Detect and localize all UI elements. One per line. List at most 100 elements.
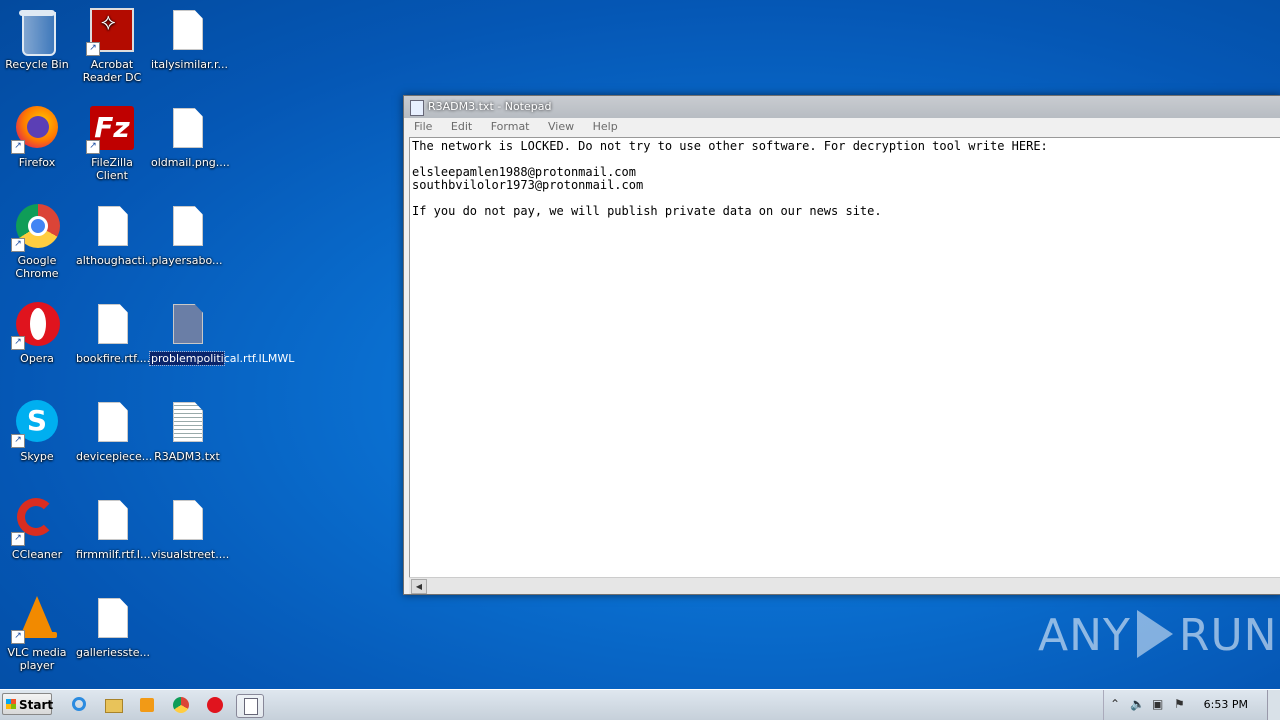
icon-label: Skype: [20, 450, 54, 463]
document-icon: [163, 106, 211, 154]
desktop-icon-recycle-bin[interactable]: Recycle Bin: [0, 8, 74, 71]
window-title: R3ADM3.txt - Notepad: [428, 100, 552, 113]
anyrun-watermark: ANY RUN: [1038, 610, 1278, 661]
volume-icon[interactable]: 🔈: [1130, 697, 1145, 711]
desktop-icon-filezilla[interactable]: Fz ↗ FileZilla Client: [75, 106, 149, 182]
menu-help[interactable]: Help: [593, 120, 618, 133]
notepad-taskbar-icon[interactable]: [236, 694, 264, 718]
acrobat-icon: ⟡ ↗: [86, 8, 136, 56]
shortcut-arrow-icon: ↗: [11, 140, 25, 154]
icon-label: FileZilla Client: [91, 156, 133, 182]
icon-label: firmmilf.rtf.I...: [76, 548, 151, 561]
icon-label: Acrobat Reader DC: [82, 58, 142, 84]
icon-label: problempolitical.rtf.ILMWL: [149, 351, 295, 366]
start-button[interactable]: Start: [2, 693, 54, 715]
menu-format[interactable]: Format: [491, 120, 530, 133]
ccleaner-icon: ↗: [11, 498, 61, 546]
opera-taskbar-icon[interactable]: [204, 694, 226, 716]
shortcut-arrow-icon: ↗: [11, 336, 25, 350]
text-editor-area[interactable]: The network is LOCKED. Do not try to use…: [409, 137, 1280, 577]
desktop-icon-ccleaner[interactable]: ↗ CCleaner: [0, 498, 74, 561]
text-document-icon: [163, 400, 211, 448]
icon-label: italysimilar.r...: [151, 58, 229, 71]
windows-logo-icon: [6, 699, 16, 709]
desktop-icon-file[interactable]: galleriesste...: [75, 596, 150, 659]
menu-file[interactable]: File: [414, 120, 432, 133]
shortcut-arrow-icon: ↗: [11, 532, 25, 546]
menu-bar: File Edit Format View Help: [404, 118, 1280, 136]
recycle-bin-icon: [13, 8, 61, 56]
action-center-flag-icon[interactable]: ⚑: [1174, 697, 1185, 711]
desktop-icon-acrobat[interactable]: ⟡ ↗ Acrobat Reader DC: [75, 8, 149, 84]
icon-label: oldmail.png....: [151, 156, 230, 169]
icon-label: Opera: [20, 352, 54, 365]
internet-explorer-icon[interactable]: [68, 694, 90, 716]
shortcut-arrow-icon: ↗: [11, 630, 25, 644]
icon-label: VLC media player: [7, 646, 67, 672]
system-tray: ⌃ 🔈 ▣ ⚑ 6:53 PM: [1103, 690, 1280, 720]
filezilla-icon: Fz ↗: [86, 106, 136, 154]
document-icon: [163, 204, 211, 252]
desktop-icon-chrome[interactable]: ↗ Google Chrome: [0, 204, 74, 280]
horizontal-scrollbar[interactable]: ◀: [409, 577, 1280, 594]
document-icon: [163, 302, 211, 350]
firefox-icon: ↗: [11, 106, 61, 154]
notepad-icon: [410, 100, 424, 116]
desktop-icon-file-selected[interactable]: problempolitical.rtf.ILMWL: [149, 302, 295, 366]
desktop-icon-file[interactable]: visualstreet....: [150, 498, 230, 561]
desktop-icon-file[interactable]: oldmail.png....: [150, 106, 230, 169]
desktop-icon-file[interactable]: devicepiece...: [75, 400, 153, 463]
icon-label: bookfire.rtf....: [76, 352, 151, 365]
desktop-icon-file[interactable]: bookfire.rtf....: [75, 302, 151, 365]
desktop-icon-vlc[interactable]: ↗ VLC media player: [0, 596, 74, 672]
document-icon: [88, 400, 136, 448]
clock[interactable]: 6:53 PM: [1204, 698, 1248, 711]
media-player-icon[interactable]: [136, 694, 158, 716]
chrome-icon: ↗: [11, 204, 61, 252]
desktop-icon-file[interactable]: althoughacti...: [75, 204, 156, 267]
play-icon: [1136, 610, 1173, 658]
desktop-icon-file[interactable]: firmmilf.rtf.I...: [75, 498, 151, 561]
show-desktop-button[interactable]: [1267, 690, 1280, 720]
notepad-title-bar[interactable]: R3ADM3.txt - Notepad: [404, 96, 1280, 118]
chrome-taskbar-icon[interactable]: [170, 694, 192, 716]
desktop-icon-skype[interactable]: S ↗ Skype: [0, 400, 74, 463]
icon-label: Google Chrome: [15, 254, 59, 280]
desktop-icon-opera[interactable]: ↗ Opera: [0, 302, 74, 365]
menu-edit[interactable]: Edit: [451, 120, 472, 133]
icon-label: devicepiece...: [76, 450, 153, 463]
file-explorer-icon[interactable]: [102, 694, 124, 716]
desktop-icon-firefox[interactable]: ↗ Firefox: [0, 106, 74, 169]
menu-view[interactable]: View: [548, 120, 574, 133]
icon-label: althoughacti...: [76, 254, 156, 267]
icon-label: R3ADM3.txt: [154, 450, 220, 463]
network-icon[interactable]: ▣: [1152, 697, 1163, 711]
notepad-window[interactable]: R3ADM3.txt - Notepad File Edit Format Vi…: [403, 95, 1280, 595]
shortcut-arrow-icon: ↗: [11, 434, 25, 448]
taskbar: Start ⌃ 🔈 ▣ ⚑ 6:53 PM: [0, 689, 1280, 720]
scroll-left-icon[interactable]: ◀: [411, 579, 427, 594]
icon-label: galleriesste...: [76, 646, 150, 659]
icon-label: Firefox: [18, 156, 56, 169]
shortcut-arrow-icon: ↗: [86, 42, 100, 56]
document-icon: [88, 596, 136, 644]
icon-label: Recycle Bin: [5, 58, 69, 71]
desktop-icon-file[interactable]: italysimilar.r...: [150, 8, 229, 71]
icon-label: playersabo...: [151, 254, 223, 267]
document-icon: [88, 302, 136, 350]
document-icon: [163, 498, 211, 546]
opera-icon: ↗: [11, 302, 61, 350]
desktop-icon-file[interactable]: playersabo...: [150, 204, 224, 267]
shortcut-arrow-icon: ↗: [11, 238, 25, 252]
desktop-icon-text-file[interactable]: R3ADM3.txt: [150, 400, 224, 463]
start-label: Start: [19, 698, 54, 712]
show-hidden-icons-icon[interactable]: ⌃: [1110, 697, 1120, 711]
document-icon: [163, 8, 211, 56]
vlc-cone-icon: ↗: [11, 596, 61, 644]
document-icon: [88, 498, 136, 546]
icon-label: visualstreet....: [151, 548, 230, 561]
document-icon: [88, 204, 136, 252]
icon-label: CCleaner: [11, 548, 63, 561]
skype-icon: S ↗: [11, 400, 61, 448]
shortcut-arrow-icon: ↗: [86, 140, 100, 154]
